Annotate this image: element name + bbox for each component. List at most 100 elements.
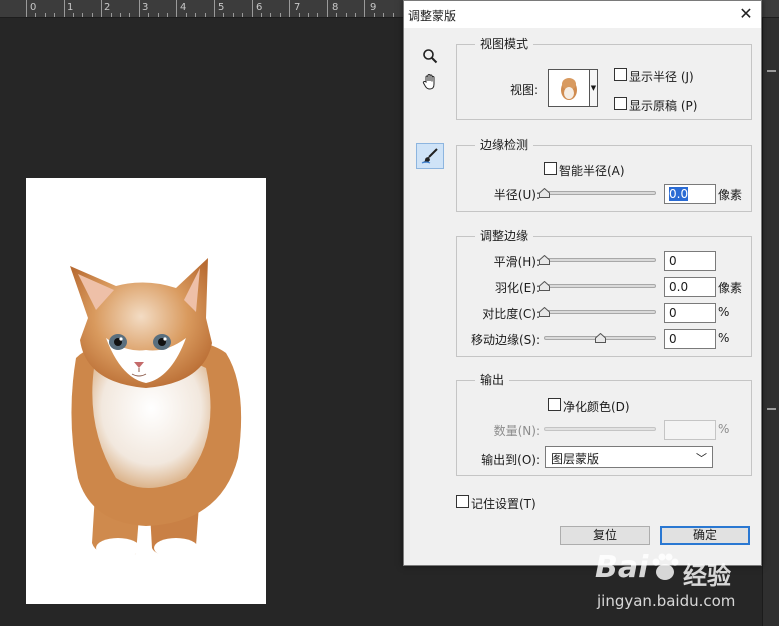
feather-slider[interactable]	[544, 284, 656, 288]
baidu-watermark: Bai 经验 jingyan.baidu.com	[595, 548, 775, 618]
radius-slider[interactable]	[544, 191, 656, 195]
decontaminate-colors-checkbox[interactable]	[548, 398, 561, 411]
ruler-tick	[73, 13, 74, 17]
ruler-tick	[157, 13, 159, 17]
decontaminate-colors-label: 净化颜色(D)	[563, 400, 630, 414]
watermark-brand: Bai	[595, 550, 649, 585]
watermark-url: jingyan.baidu.com	[597, 592, 736, 610]
feather-unit: 像素	[718, 281, 743, 295]
ruler-tick	[392, 13, 394, 17]
ruler-tick	[35, 13, 37, 17]
ruler-tick	[336, 13, 338, 17]
radius-unit: 像素	[718, 188, 743, 202]
watermark-brand-suffix: 经验	[683, 562, 731, 590]
ruler-tick	[204, 13, 206, 17]
reset-button[interactable]: 复位	[560, 526, 650, 545]
ruler-tick	[270, 13, 272, 17]
ok-button[interactable]: 确定	[660, 526, 750, 545]
smooth-slider[interactable]	[544, 258, 656, 262]
output-to-select[interactable]: 图层蒙版 ﹀	[545, 446, 713, 468]
shift-edge-input[interactable]: 0	[664, 329, 716, 349]
ruler-tick	[138, 0, 140, 17]
strip-marker	[767, 408, 776, 410]
close-button[interactable]: ✕	[735, 4, 757, 24]
adjust-edge-title: 调整边缘	[475, 229, 534, 243]
remember-settings-label: 记住设置(T)	[471, 497, 536, 511]
smooth-label: 平滑(H):	[493, 255, 540, 269]
ruler-tick	[373, 13, 375, 17]
panel-collapse-strip	[762, 18, 779, 626]
ruler-tick	[298, 13, 300, 17]
cat-thumbnail	[549, 70, 589, 106]
ruler-tick	[289, 0, 291, 17]
amount-slider	[544, 427, 656, 431]
ruler-tick	[223, 13, 225, 17]
show-radius-checkbox[interactable]	[614, 68, 627, 81]
ruler-label: 3	[142, 2, 149, 13]
zoom-tool-button[interactable]	[416, 43, 444, 69]
ruler-tick	[185, 13, 187, 17]
ruler-tick	[355, 13, 356, 17]
ruler-label: 6	[256, 2, 263, 13]
ruler-label: 8	[332, 2, 339, 13]
feather-input[interactable]: 0.0	[664, 277, 716, 297]
contrast-slider[interactable]	[544, 310, 656, 314]
view-preview-thumbnail[interactable]	[548, 69, 590, 107]
ruler-tick	[54, 13, 56, 17]
radius-label: 半径(U):	[493, 188, 540, 202]
ruler-label: 2	[104, 2, 111, 13]
ruler-tick	[82, 13, 84, 17]
view-dropdown-arrow[interactable]: ▼	[590, 69, 598, 107]
ruler-tick	[308, 13, 309, 17]
ruler-tick	[26, 0, 27, 17]
ruler-tick	[110, 13, 112, 17]
smart-radius-checkbox[interactable]	[544, 162, 557, 175]
ruler-tick	[251, 0, 253, 17]
ruler-tick	[242, 13, 244, 17]
refine-mask-dialog: 调整蒙版 ✕ 视图模式 视图: ▼ 显示半径 (J) 显示原稿 (P) 边缘检测…	[403, 0, 762, 566]
amount-unit: %	[718, 422, 730, 436]
ruler-tick	[232, 13, 234, 17]
ruler-tick	[167, 13, 168, 17]
ruler-tick	[364, 0, 366, 17]
ruler-label: 9	[370, 2, 377, 13]
ruler-tick	[129, 13, 131, 17]
dialog-title: 调整蒙版	[408, 9, 457, 23]
ruler-tick	[148, 13, 150, 17]
smart-radius-label: 智能半径(A)	[559, 164, 625, 178]
ruler-label: 0	[30, 2, 37, 13]
ruler-tick	[195, 13, 197, 17]
feather-label: 羽化(E):	[495, 281, 540, 295]
ruler-label: 4	[180, 2, 187, 13]
show-radius-label: 显示半径 (J)	[629, 70, 694, 84]
cat-photo	[70, 258, 242, 558]
output-to-label: 输出到(O):	[481, 453, 540, 467]
ruler-tick	[120, 13, 121, 17]
view-label: 视图:	[510, 83, 539, 97]
document-canvas[interactable]	[26, 178, 266, 604]
smooth-input[interactable]: 0	[664, 251, 716, 271]
contrast-input[interactable]: 0	[664, 303, 716, 323]
output-to-value: 图层蒙版	[551, 452, 600, 466]
show-original-label: 显示原稿 (P)	[629, 99, 698, 113]
smooth-value: 0	[669, 254, 677, 268]
radius-input[interactable]: 0.0	[664, 184, 716, 204]
amount-input	[664, 420, 716, 440]
strip-marker	[767, 70, 776, 72]
view-mode-title: 视图模式	[475, 37, 534, 51]
dialog-titlebar[interactable]: 调整蒙版 ✕	[404, 1, 761, 28]
ruler-tick	[214, 0, 215, 17]
ruler-tick	[326, 0, 328, 17]
ruler-tick	[345, 13, 347, 17]
shift-edge-value: 0	[669, 332, 677, 346]
ruler-tick	[383, 13, 385, 17]
refine-radius-tool-button[interactable]	[416, 143, 444, 169]
contrast-value: 0	[669, 306, 677, 320]
amount-label: 数量(N):	[493, 424, 540, 438]
refine-radius-brush-icon	[421, 148, 438, 164]
edge-detection-title: 边缘检测	[475, 138, 534, 152]
remember-settings-checkbox[interactable]	[456, 495, 469, 508]
ruler-tick	[176, 0, 178, 17]
show-original-checkbox[interactable]	[614, 97, 627, 110]
hand-tool-button[interactable]	[416, 69, 444, 95]
